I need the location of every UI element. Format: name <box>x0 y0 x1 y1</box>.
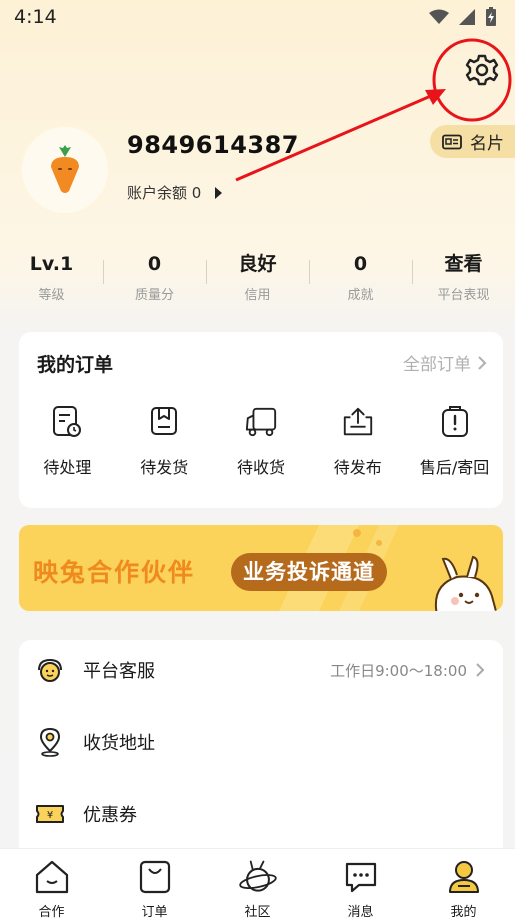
order-status-label: 待发布 <box>333 458 382 477</box>
tab-label: 消息 <box>347 905 374 920</box>
order-status-pending[interactable]: 待处理 <box>19 404 116 484</box>
stat-label: 平台表现 <box>437 288 490 303</box>
view-all-orders-label: 全部订单 <box>403 355 471 375</box>
tab-label: 订单 <box>141 905 168 920</box>
planet-icon <box>238 857 278 897</box>
stats-row: Lv.1 等级 0 质量分 良好 信用 0 成就 查看 平台表现 <box>0 250 515 310</box>
order-status-after-sales[interactable]: 售后/寄回 <box>406 404 503 484</box>
balance-label: 账户余额 0 <box>127 184 202 202</box>
stat-value: Lv.1 <box>29 253 74 275</box>
after-sales-icon <box>438 404 472 440</box>
profile-icon <box>444 857 484 897</box>
menu-coupons[interactable]: ¥ 优惠券 <box>19 784 503 844</box>
tab-label: 合作 <box>38 905 65 920</box>
stat-label: 等级 <box>38 288 65 303</box>
stat-label: 质量分 <box>134 288 174 303</box>
customer-service-icon <box>35 655 65 685</box>
svg-text:¥: ¥ <box>47 810 53 821</box>
stat-value: 查看 <box>444 253 483 275</box>
avatar[interactable] <box>20 125 110 215</box>
rabbit-mascot-icon <box>435 555 497 611</box>
stat-value: 0 <box>353 253 368 275</box>
chevron-right-icon <box>476 663 485 677</box>
settings-button[interactable] <box>460 50 504 90</box>
pending-icon <box>50 404 84 440</box>
menu-label: 优惠券 <box>83 805 137 826</box>
order-status-label: 待发货 <box>140 458 189 477</box>
stat-value: 0 <box>147 253 162 275</box>
bottom-tab-bar: 合作 订单 社区 消息 我的 <box>0 848 515 924</box>
orders-card: 我的订单 全部订单 待处理 待发货 待收货 待发布 售后/寄回 <box>19 332 503 508</box>
orders-title: 我的订单 <box>37 354 114 376</box>
menu-label: 平台客服 <box>83 661 155 682</box>
tab-profile[interactable]: 我的 <box>412 849 515 924</box>
order-status-to-publish[interactable]: 待发布 <box>309 404 406 484</box>
home-icon <box>32 857 72 897</box>
signal-icon <box>459 9 475 25</box>
order-status-to-ship[interactable]: 待发货 <box>116 404 213 484</box>
message-icon <box>341 857 381 897</box>
menu-card: 平台客服 工作日9:00〜18:00 收货地址 ¥ 优惠券 <box>19 640 503 850</box>
menu-label: 收货地址 <box>83 733 155 754</box>
stat-credit[interactable]: 良好 信用 <box>206 250 309 310</box>
coupon-icon: ¥ <box>35 799 65 829</box>
tab-cooperation[interactable]: 合作 <box>0 849 103 924</box>
menu-customer-service[interactable]: 平台客服 工作日9:00〜18:00 <box>19 640 503 700</box>
status-bar: 4:14 <box>0 0 515 36</box>
order-status-label: 售后/寄回 <box>419 458 490 477</box>
order-status-row: 待处理 待发货 待收货 待发布 售后/寄回 <box>19 404 503 484</box>
banner-pill: 业务投诉通道 <box>231 553 387 591</box>
battery-icon <box>486 7 496 26</box>
wifi-icon <box>429 9 449 24</box>
stat-label: 成就 <box>347 288 374 303</box>
stat-level[interactable]: Lv.1 等级 <box>0 250 103 310</box>
stat-platform-performance[interactable]: 查看 平台表现 <box>412 250 515 310</box>
username: 9849614387 <box>127 131 299 159</box>
order-status-label: 待处理 <box>43 458 92 477</box>
view-all-orders-link[interactable]: 全部订单 <box>403 350 487 375</box>
stat-quality-score[interactable]: 0 质量分 <box>103 250 206 310</box>
annotation-arrow-head <box>425 89 446 105</box>
chevron-right-icon <box>478 355 487 370</box>
status-time: 4:14 <box>14 6 57 28</box>
stat-achievements[interactable]: 0 成就 <box>309 250 412 310</box>
location-icon <box>35 727 65 757</box>
menu-extra: 工作日9:00〜18:00 <box>330 660 485 681</box>
order-status-label: 待收货 <box>236 458 285 477</box>
tab-community[interactable]: 社区 <box>206 849 309 924</box>
carrot-avatar-icon <box>51 145 79 193</box>
order-status-to-receive[interactable]: 待收货 <box>213 404 310 484</box>
bag-icon <box>135 857 175 897</box>
service-hours: 工作日9:00〜18:00 <box>330 661 467 680</box>
upload-icon <box>341 404 375 440</box>
to-ship-icon <box>147 404 181 440</box>
caret-right-icon <box>215 186 223 199</box>
business-card-label: 名片 <box>470 134 504 154</box>
menu-shipping-address[interactable]: 收货地址 <box>19 712 503 772</box>
banner-title: 映兔合作伙伴 <box>33 558 196 587</box>
status-icons <box>429 7 497 27</box>
account-balance[interactable]: 账户余额 0 <box>127 182 223 203</box>
id-card-icon <box>442 134 462 149</box>
stat-label: 信用 <box>244 288 271 303</box>
tab-messages[interactable]: 消息 <box>309 849 412 924</box>
tab-label: 社区 <box>244 905 271 920</box>
tab-label: 我的 <box>450 905 477 920</box>
partner-complaint-banner[interactable]: 映兔合作伙伴 业务投诉通道 <box>19 525 503 611</box>
business-card-button[interactable]: 名片 <box>430 125 515 158</box>
truck-icon <box>244 404 278 440</box>
tab-orders[interactable]: 订单 <box>103 849 206 924</box>
stat-value: 良好 <box>238 253 277 275</box>
gear-icon <box>465 54 499 86</box>
